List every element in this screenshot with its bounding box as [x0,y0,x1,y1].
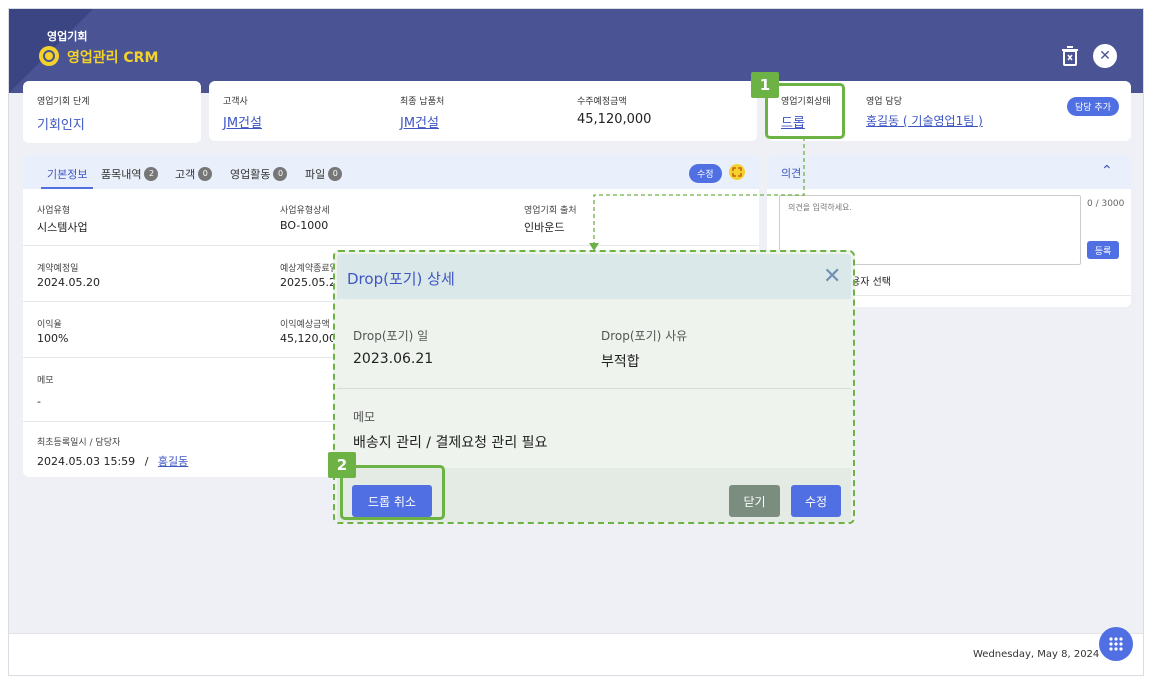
callout-1-badge: 1 [751,72,779,98]
amount-value: 45,120,000 [577,112,652,127]
drop-date-label: Drop(포기) 일 [353,329,429,343]
customer-link[interactable]: JM건설 [223,112,262,131]
memo-label: 메모 [37,376,54,386]
tab-count: 0 [328,167,343,181]
modal-divider [337,388,851,389]
owner-label: 영업 담당 [866,97,902,107]
biz-type-value: 시스템사업 [37,221,88,234]
trash-icon[interactable] [1058,44,1082,68]
stage-label: 영업기회 단계 [37,97,90,107]
tab-count: 2 [144,167,159,181]
contract-date-label: 계약예정일 [37,264,79,274]
biz-type-detail-label: 사업유형상세 [280,206,330,216]
close-window-icon[interactable]: ✕ [1093,44,1117,68]
app-subtitle: 영업기회 [47,30,88,43]
registered-value: 2024.05.03 15:59 / 홍길동 [37,453,188,469]
customer-label: 고객사 [223,97,248,107]
tab-basic-info[interactable]: 기본정보 [47,166,87,182]
source-value: 인바운드 [524,221,565,234]
registered-separator: / [144,455,149,468]
modal-close-icon[interactable]: ✕ [823,264,841,289]
tab-customers[interactable]: 고객 0 [175,166,213,182]
footer-date: Wednesday, May 8, 2024 [973,649,1100,660]
chevron-up-icon[interactable]: ⌃ [1101,163,1113,179]
tab-label: 파일 [305,168,326,181]
drop-date-value: 2023.06.21 [353,351,434,367]
drop-memo-label: 메모 [353,410,376,424]
drop-reason-value: 부적합 [601,354,640,370]
amount-label: 수주예정금액 [577,97,627,107]
customer-card: 고객사 JM건설 최종 납품처 JM건설 수주예정금액 45,120,000 [209,81,757,141]
modal-header: Drop(포기) 상세 ✕ [337,254,851,299]
callout-connector [589,137,805,251]
app-title: 영업관리 CRM [67,50,159,66]
footer-bar: Wednesday, May 8, 2024 [9,633,1143,675]
delivery-link[interactable]: JM건설 [400,112,439,131]
tab-count: 0 [198,167,213,181]
source-label: 영업기회 출처 [524,206,577,216]
tab-items[interactable]: 품목내역 2 [101,166,159,182]
contract-date-value: 2024.05.20 [37,276,100,289]
drop-reason-label: Drop(포기) 사유 [601,329,688,343]
drop-memo-value: 배송지 관리 / 결제요청 관리 필요 [353,435,548,451]
mention-user-select[interactable]: 용자 선택 [851,273,891,288]
contract-end-label: 예상계약종료일 [280,264,338,274]
margin-value: 100% [37,332,69,345]
opinion-header: 의견 ⌃ [767,155,1131,189]
owner-link[interactable]: 홍길동 ( 기술영업1팀 ) [866,112,983,129]
tab-activities[interactable]: 영업활동 0 [230,166,288,182]
margin-label: 이익율 [37,320,62,330]
tab-label: 고객 [175,168,196,181]
tab-files[interactable]: 파일 0 [305,166,343,182]
add-owner-button[interactable]: 담당 추가 [1067,97,1119,116]
app-window: 영업기회 영업관리 CRM ✕ 영업기회 단계 기회인지 고객사 JM건설 최종… [8,8,1144,676]
modal-edit-button[interactable]: 수정 [791,485,841,517]
registered-user-link[interactable]: 홍길동 [158,455,188,468]
memo-value: - [37,395,41,408]
apps-grid-icon[interactable] [1099,627,1133,661]
delivery-label: 최종 납품처 [400,97,445,107]
target-logo-icon [39,46,59,66]
biz-type-detail-value: BO-1000 [280,219,329,232]
tab-label: 기본정보 [47,168,88,181]
modal-title: Drop(포기) 상세 [347,270,455,288]
registered-label: 최초등록일시 / 담당자 [37,438,121,448]
callout-2-badge: 2 [328,452,356,478]
registered-datetime: 2024.05.03 15:59 [37,455,136,468]
tab-label: 영업활동 [230,168,271,181]
active-tab-indicator [41,187,93,189]
biz-type-label: 사업유형 [37,206,71,216]
close-button[interactable]: 닫기 [729,485,780,517]
stage-value: 기회인지 [37,118,85,133]
tab-label: 품목내역 [101,168,142,181]
opinion-counter: 0 / 3000 [1087,199,1125,209]
opinion-submit-button[interactable]: 등록 [1087,241,1119,259]
profit-label: 이익예상금액 [280,320,330,330]
tab-count: 0 [273,167,288,181]
stage-card: 영업기회 단계 기회인지 [23,81,201,143]
